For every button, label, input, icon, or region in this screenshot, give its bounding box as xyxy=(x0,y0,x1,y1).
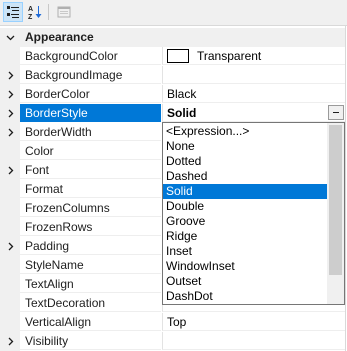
property-name: BackgroundColor xyxy=(20,47,161,65)
row-gutter[interactable] xyxy=(0,66,20,85)
categorized-icon xyxy=(7,6,19,18)
chevron-right-icon xyxy=(8,90,13,99)
row-gutter[interactable] xyxy=(0,123,20,142)
row-gutter xyxy=(0,313,20,332)
property-name: Color xyxy=(20,142,161,160)
category-label: Appearance xyxy=(25,30,94,44)
property-name: TextAlign xyxy=(20,275,161,293)
property-value-text: Transparent xyxy=(197,49,262,63)
property-value[interactable]: Top xyxy=(162,313,345,331)
dropdown-option[interactable]: Outset xyxy=(163,274,327,289)
chevron-right-icon xyxy=(8,166,13,175)
row-gutter[interactable] xyxy=(0,237,20,256)
row-gutter xyxy=(0,275,20,294)
scrollbar-thumb[interactable] xyxy=(329,125,342,275)
property-row[interactable]: BackgroundImage xyxy=(0,66,345,85)
property-name: BorderWidth xyxy=(20,123,161,141)
dropdown-option[interactable]: <Expression...> xyxy=(163,124,327,139)
alphabetical-button[interactable]: A Z xyxy=(25,2,45,22)
property-row[interactable]: BorderStyle Solid xyxy=(0,104,345,123)
alphabetical-icon: A Z xyxy=(28,6,42,20)
dropdown-option[interactable]: Inset xyxy=(163,244,327,259)
property-name: Visibility xyxy=(20,332,161,350)
property-name: BorderColor xyxy=(20,85,161,103)
property-name: FrozenColumns xyxy=(20,199,161,217)
property-name: VerticalAlign xyxy=(20,313,161,331)
row-gutter[interactable] xyxy=(0,104,20,123)
property-value-text: Solid xyxy=(167,106,197,120)
dropdown-option[interactable]: Dotted xyxy=(163,154,327,169)
property-name: Padding xyxy=(20,237,161,255)
dropdown-option[interactable]: Solid xyxy=(163,184,327,199)
category-appearance[interactable]: Appearance xyxy=(0,28,345,47)
property-grid-toolbar: A Z xyxy=(0,0,347,26)
property-row[interactable]: Visibility xyxy=(0,332,345,351)
property-name: Format xyxy=(20,180,161,198)
dropdown-arrow-icon xyxy=(333,112,339,113)
property-value[interactable]: Black xyxy=(162,85,345,103)
property-name: FrozenRows xyxy=(20,218,161,236)
svg-text:Z: Z xyxy=(28,14,33,20)
property-row[interactable]: BackgroundColor Transparent xyxy=(0,47,345,66)
chevron-down-icon xyxy=(6,35,14,41)
property-value-text: Top xyxy=(167,315,187,329)
property-name: StyleName xyxy=(20,256,161,274)
categorized-button[interactable] xyxy=(3,2,23,22)
dropdown-option[interactable]: Dashed xyxy=(163,169,327,184)
property-value[interactable]: Transparent xyxy=(162,47,345,65)
row-gutter xyxy=(0,199,20,218)
chevron-right-icon xyxy=(8,71,13,80)
row-gutter xyxy=(0,294,20,313)
collapse-toggle[interactable] xyxy=(0,28,20,47)
chevron-right-icon xyxy=(8,128,13,137)
dropdown-scrollbar[interactable] xyxy=(327,123,344,304)
chevron-right-icon xyxy=(8,242,13,251)
row-gutter xyxy=(0,218,20,237)
row-gutter xyxy=(0,47,20,66)
chevron-right-icon xyxy=(8,337,13,346)
property-name: BackgroundImage xyxy=(20,66,161,84)
svg-text:A: A xyxy=(28,6,33,13)
property-value-text: Black xyxy=(167,87,197,101)
dropdown-option[interactable]: Ridge xyxy=(163,229,327,244)
property-row[interactable]: BorderColor Black xyxy=(0,85,345,104)
property-row[interactable]: VerticalAlign Top xyxy=(0,313,345,332)
row-gutter[interactable] xyxy=(0,332,20,351)
row-gutter[interactable] xyxy=(0,85,20,104)
property-value[interactable] xyxy=(162,332,345,350)
dropdown-option[interactable]: Groove xyxy=(163,214,327,229)
row-gutter[interactable] xyxy=(0,161,20,180)
row-gutter xyxy=(0,142,20,161)
property-pages-button[interactable] xyxy=(54,2,74,22)
row-gutter xyxy=(0,180,20,199)
dropdown-option[interactable]: None xyxy=(163,139,327,154)
property-value[interactable]: Solid xyxy=(162,104,345,122)
dropdown-options: <Expression...> None Dotted Dashed Solid Doub… xyxy=(163,124,327,304)
chevron-right-icon xyxy=(8,109,13,118)
row-gutter xyxy=(0,256,20,275)
dropdown-option[interactable]: Double xyxy=(163,199,327,214)
dropdown-option[interactable]: WindowInset xyxy=(163,259,327,274)
color-swatch xyxy=(167,48,189,63)
property-pages-icon xyxy=(57,6,71,18)
property-name: Font xyxy=(20,161,161,179)
property-value[interactable] xyxy=(162,66,345,84)
toolbar-separator xyxy=(48,4,49,20)
property-name: BorderStyle xyxy=(20,104,161,122)
property-name: TextDecoration xyxy=(20,294,161,312)
dropdown-option[interactable]: DashDot xyxy=(163,289,327,304)
dropdown-button[interactable] xyxy=(328,105,344,120)
border-style-dropdown-list[interactable]: <Expression...> None Dotted Dashed Solid Doub… xyxy=(162,122,345,305)
